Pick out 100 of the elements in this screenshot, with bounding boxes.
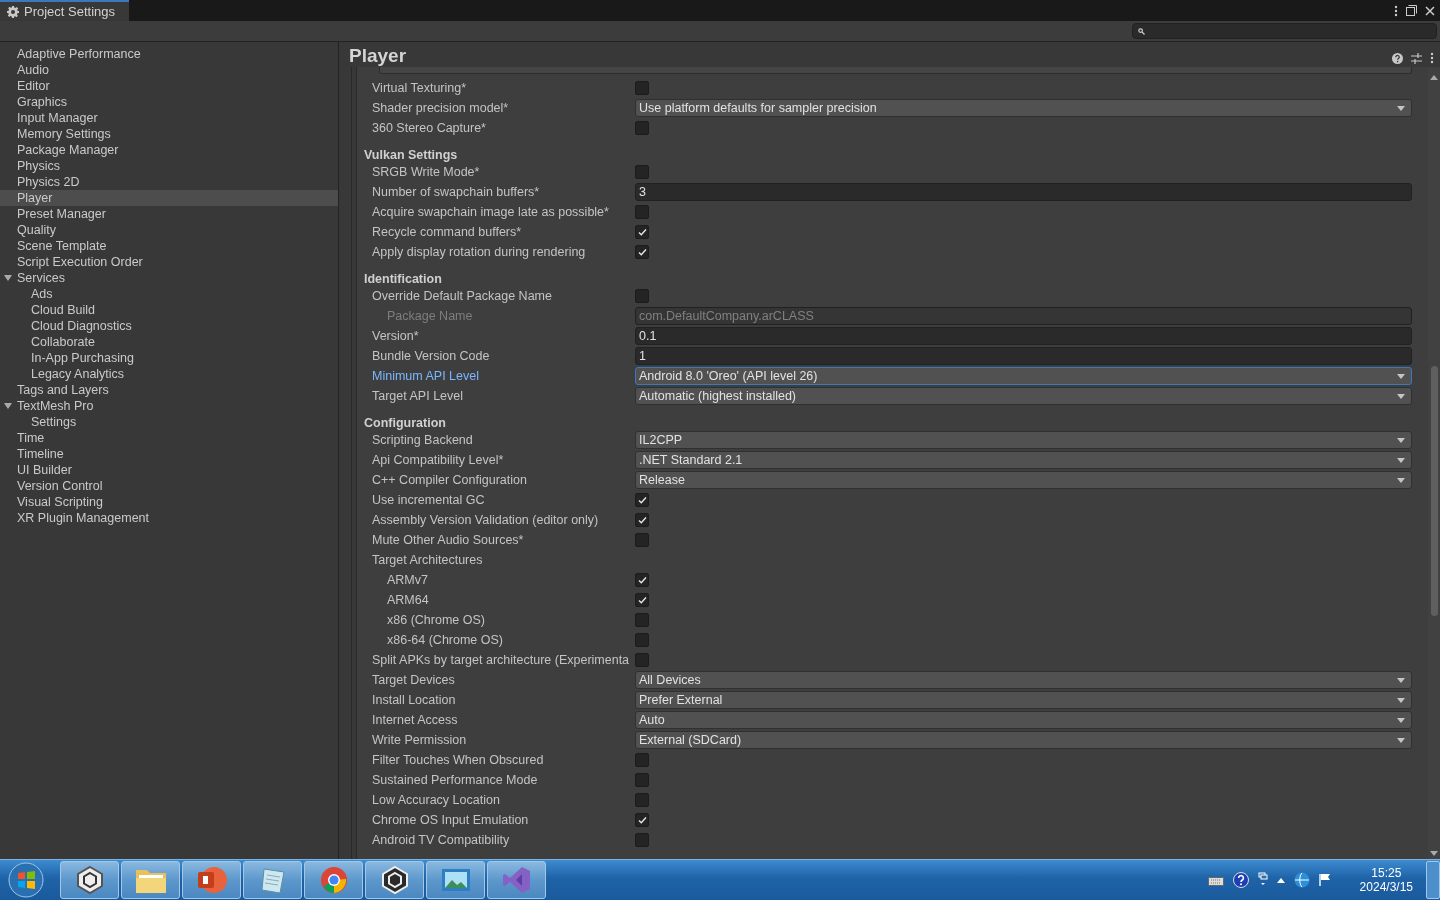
- dropdown[interactable]: Auto: [635, 711, 1412, 729]
- checkbox[interactable]: [635, 613, 649, 627]
- sidebar-item[interactable]: Visual Scripting: [0, 494, 338, 510]
- sidebar-item[interactable]: Timeline: [0, 446, 338, 462]
- clock[interactable]: 15:25 2024/3/15: [1359, 866, 1413, 894]
- checkbox[interactable]: [635, 753, 649, 767]
- sidebar-item[interactable]: In-App Purchasing: [0, 350, 338, 366]
- caret-icon: [1397, 437, 1405, 443]
- field-label: x86-64 (Chrome OS): [386, 633, 504, 647]
- help-icon[interactable]: [1232, 872, 1249, 888]
- sidebar-item[interactable]: Version Control: [0, 478, 338, 494]
- sidebar-item[interactable]: Memory Settings: [0, 126, 338, 142]
- input-field[interactable]: 1: [635, 347, 1412, 365]
- search-field[interactable]: [1132, 23, 1437, 39]
- windows-icon[interactable]: [1257, 872, 1268, 888]
- sidebar-item[interactable]: Player: [0, 190, 338, 206]
- checkbox[interactable]: [635, 121, 649, 135]
- sidebar-item[interactable]: Adaptive Performance: [0, 46, 338, 62]
- checkbox[interactable]: [635, 225, 649, 239]
- dropdown[interactable]: .NET Standard 2.1: [635, 451, 1412, 469]
- sidebar-item[interactable]: Tags and Layers: [0, 382, 338, 398]
- dropdown[interactable]: Use platform defaults for sampler precision: [635, 99, 1412, 117]
- caret-icon: [1397, 717, 1405, 723]
- input-field[interactable]: 0.1: [635, 327, 1412, 345]
- checkbox[interactable]: [635, 653, 649, 667]
- scroll-thumb[interactable]: [1430, 366, 1438, 616]
- section-heading: Configuration: [363, 415, 447, 432]
- field-label: Shader precision model*: [371, 101, 510, 115]
- sliders-icon[interactable]: [1411, 52, 1422, 64]
- page-title: Player: [349, 45, 407, 67]
- checkbox[interactable]: [635, 81, 649, 95]
- checkbox[interactable]: [635, 245, 649, 259]
- taskbar-button[interactable]: [365, 861, 424, 899]
- maximize-icon[interactable]: [1406, 5, 1417, 16]
- sidebar-item[interactable]: Services: [0, 270, 338, 286]
- taskbar-button[interactable]: [60, 861, 119, 899]
- sidebar-item[interactable]: Graphics: [0, 94, 338, 110]
- help-icon[interactable]: [1392, 52, 1403, 64]
- cube-icon: [74, 865, 105, 895]
- dropdown[interactable]: Automatic (highest installed): [635, 387, 1412, 405]
- sidebar-item[interactable]: XR Plugin Management: [0, 510, 338, 526]
- more-icon[interactable]: [1430, 52, 1434, 64]
- dropdown[interactable]: Android 8.0 'Oreo' (API level 26): [635, 367, 1412, 385]
- dropdown[interactable]: Prefer External: [635, 691, 1412, 709]
- checkbox[interactable]: [635, 513, 649, 527]
- flag-icon[interactable]: [1318, 873, 1331, 887]
- dropdown[interactable]: IL2CPP: [635, 431, 1412, 449]
- more-icon[interactable]: [1394, 4, 1398, 17]
- sidebar-item[interactable]: Settings: [0, 414, 338, 430]
- checkbox[interactable]: [635, 289, 649, 303]
- keyboard-icon[interactable]: [1207, 874, 1224, 886]
- up-arrow-icon[interactable]: [1276, 877, 1285, 883]
- sidebar-item[interactable]: Input Manager: [0, 110, 338, 126]
- sidebar-item[interactable]: UI Builder: [0, 462, 338, 478]
- caret-icon: [1397, 677, 1405, 683]
- scroll-up-icon[interactable]: [1430, 75, 1438, 80]
- sidebar-item[interactable]: Ads: [0, 286, 338, 302]
- sidebar-item[interactable]: Physics 2D: [0, 174, 338, 190]
- checkbox[interactable]: [635, 493, 649, 507]
- checkbox[interactable]: [635, 833, 649, 847]
- window-tab[interactable]: Project Settings: [0, 0, 130, 21]
- expand-arrow-icon[interactable]: [4, 274, 12, 282]
- globe-icon[interactable]: [1293, 872, 1310, 888]
- sidebar-item[interactable]: Editor: [0, 78, 338, 94]
- expand-arrow-icon[interactable]: [4, 402, 12, 410]
- sidebar-item[interactable]: Audio: [0, 62, 338, 78]
- sidebar-item[interactable]: Collaborate: [0, 334, 338, 350]
- checkbox[interactable]: [635, 593, 649, 607]
- dropdown[interactable]: External (SDCard): [635, 731, 1412, 749]
- field-label: Filter Touches When Obscured: [371, 753, 545, 767]
- sidebar-item[interactable]: Package Manager: [0, 142, 338, 158]
- checkbox[interactable]: [635, 165, 649, 179]
- checkbox[interactable]: [635, 633, 649, 647]
- sidebar-item[interactable]: TextMesh Pro: [0, 398, 338, 414]
- checkbox[interactable]: [635, 573, 649, 587]
- sidebar-item[interactable]: Cloud Build: [0, 302, 338, 318]
- caret-icon: [1397, 737, 1405, 743]
- checkbox[interactable]: [635, 793, 649, 807]
- sidebar-item[interactable]: Legacy Analytics: [0, 366, 338, 382]
- input-field[interactable]: 3: [635, 183, 1412, 201]
- scroll-down-icon[interactable]: [1430, 851, 1438, 856]
- checkbox[interactable]: [635, 773, 649, 787]
- close-icon[interactable]: [1425, 5, 1435, 16]
- field-label: Split APKs by target architecture (Experimenta: [371, 653, 631, 667]
- start-button[interactable]: [8, 862, 44, 898]
- sidebar-item[interactable]: Quality: [0, 222, 338, 238]
- sidebar-item[interactable]: Cloud Diagnostics: [0, 318, 338, 334]
- sidebar-item[interactable]: Preset Manager: [0, 206, 338, 222]
- field-label: Bundle Version Code: [371, 349, 491, 363]
- checkbox[interactable]: [635, 205, 649, 219]
- checkbox[interactable]: [635, 813, 649, 827]
- settings-icon: [7, 5, 19, 18]
- sidebar-item[interactable]: Script Execution Order: [0, 254, 338, 270]
- sidebar-item[interactable]: Time: [0, 430, 338, 446]
- checkbox[interactable]: [635, 533, 649, 547]
- dropdown[interactable]: All Devices: [635, 671, 1412, 689]
- sidebar-item[interactable]: Scene Template: [0, 238, 338, 254]
- scrollbar[interactable]: [1428, 67, 1440, 859]
- dropdown[interactable]: Release: [635, 471, 1412, 489]
- sidebar-item[interactable]: Physics: [0, 158, 338, 174]
